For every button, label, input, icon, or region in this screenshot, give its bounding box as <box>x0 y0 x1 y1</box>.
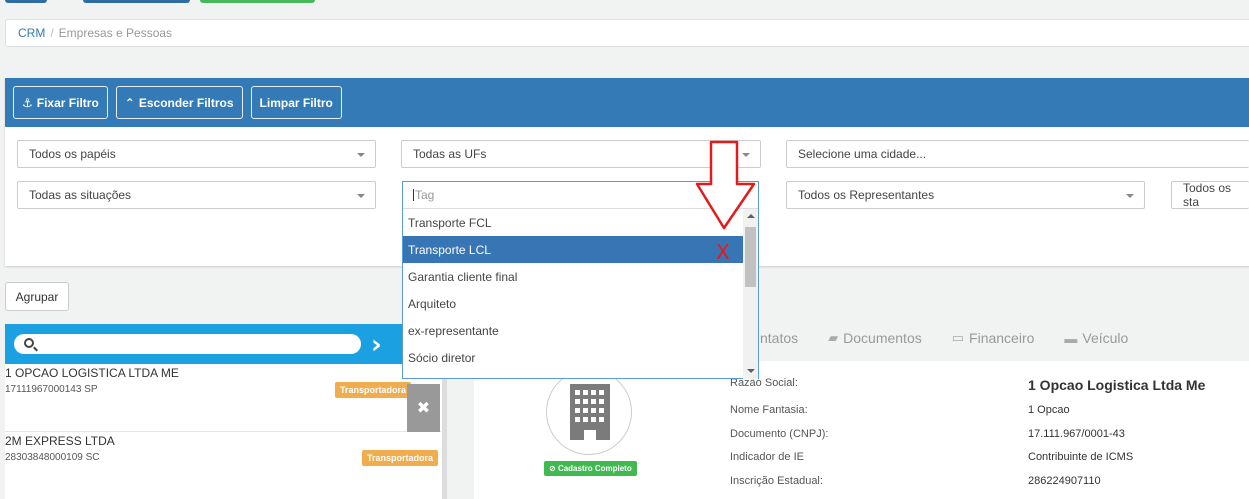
red-arrow-annotation <box>695 140 756 230</box>
money-icon: ▭ <box>951 330 965 345</box>
status-badge: ⊘ Cadastro Completo <box>544 461 637 476</box>
company-list-scrollbar[interactable] <box>442 364 447 499</box>
field-value-documento: 17.111.967/0001-43 <box>1028 428 1125 440</box>
esconder-filtros-button[interactable]: ⌃ Esconder Filtros <box>115 86 243 119</box>
chevron-down-icon <box>1126 194 1134 198</box>
top-button-3[interactable] <box>200 0 315 3</box>
company-avatar <box>546 369 632 455</box>
situacoes-select[interactable]: Todas as situações <box>17 181 376 209</box>
close-icon[interactable]: ✖ <box>407 384 440 432</box>
red-x-annotation: X <box>716 240 730 264</box>
limpar-filtro-label: Limpar Filtro <box>259 95 333 110</box>
status-select[interactable]: Todos os sta <box>1171 181 1249 209</box>
chevron-right-icon[interactable]: › <box>371 330 382 360</box>
field-label-documento: Documento (CNPJ): <box>730 428 829 440</box>
field-value-inscricao-estadual: 286224907110 <box>1028 475 1101 487</box>
tag-dropdown-scrollbar[interactable] <box>743 209 758 379</box>
cidade-select[interactable]: Selecione uma cidade... <box>786 140 1249 168</box>
folder-icon: ▰ <box>828 330 839 345</box>
tag-search-placeholder: Tag <box>415 188 435 202</box>
tab-documentos[interactable]: ▰ Documentos <box>828 330 922 346</box>
tab-veiculo[interactable]: ▬ Veículo <box>1064 330 1128 346</box>
papeis-select[interactable]: Todos os papéis <box>17 140 376 168</box>
breadcrumb-current: Empresas e Pessoas <box>58 26 173 40</box>
field-value-indicador-ie: Contribuinte de ICMS <box>1028 451 1134 463</box>
company-tag-badge: Transportadora <box>362 450 439 466</box>
scroll-thumb[interactable] <box>745 227 756 287</box>
tag-option[interactable]: Garantia cliente final <box>403 263 744 290</box>
fixar-filtro-label: Fixar Filtro <box>36 95 99 110</box>
company-tag-badge: Transportadora <box>335 382 412 398</box>
filter-toolbar: ⚓ Fixar Filtro ⌃ Esconder Filtros Limpar… <box>5 78 1249 127</box>
breadcrumb-crm-link[interactable]: CRM <box>18 26 45 40</box>
chevron-down-icon <box>357 153 365 157</box>
top-button-2[interactable] <box>83 0 190 3</box>
anchor-icon: ⚓ <box>22 95 33 110</box>
situacoes-select-value: Todas as situações <box>29 188 132 202</box>
detail-tabs: ntatos ▰ Documentos ▭ Financeiro ▬ Veícu… <box>760 330 1128 346</box>
search-icon <box>24 338 34 348</box>
tag-option[interactable]: ex-representante <box>403 317 744 344</box>
company-name: 2M EXPRESS LTDA <box>5 434 115 448</box>
representantes-select-value: Todos os Representantes <box>798 188 935 202</box>
status-select-value: Todos os sta <box>1183 181 1232 209</box>
limpar-filtro-button[interactable]: Limpar Filtro <box>250 86 342 119</box>
company-document: 17111967000143 SP <box>5 384 98 395</box>
field-value-razao-social: 1 Opcao Logistica Ltda Me <box>1028 377 1206 393</box>
company-search-bar: › <box>5 324 447 364</box>
tab-documentos-label: Documentos <box>843 330 922 346</box>
company-item[interactable]: 1 OPCAO LOGISTICA LTDA ME 17111967000143… <box>5 364 441 432</box>
chevron-down-icon <box>357 194 365 198</box>
esconder-filtros-label: Esconder Filtros <box>138 95 234 110</box>
representantes-select[interactable]: Todos os Representantes <box>786 181 1145 209</box>
company-search-input[interactable] <box>14 334 361 354</box>
tag-option-selected[interactable]: Transporte LCL <box>403 236 744 263</box>
text-cursor <box>413 189 414 201</box>
company-name: 1 OPCAO LOGISTICA LTDA ME <box>5 366 179 380</box>
scroll-down-icon[interactable] <box>747 369 755 373</box>
field-label-inscricao-estadual: Inscrição Estadual: <box>730 475 823 487</box>
company-list-panel: › 1 OPCAO LOGISTICA LTDA ME 171119670001… <box>5 324 447 499</box>
cidade-select-value: Selecione uma cidade... <box>798 147 927 161</box>
tag-option[interactable]: Sócio diretor <box>403 344 744 371</box>
company-document: 28303848000109 SC <box>5 452 100 463</box>
company-item[interactable]: 2M EXPRESS LTDA 28303848000109 SC Transp… <box>5 432 441 499</box>
tag-option[interactable]: Arquiteto <box>403 290 744 317</box>
tag-option[interactable]: Transporte FCL <box>403 209 744 236</box>
field-label-indicador-ie: Indicador de IE <box>730 451 804 463</box>
agrupar-button[interactable]: Agrupar <box>5 282 69 311</box>
ufs-select-value: Todas as UFs <box>413 147 487 161</box>
papeis-select-value: Todos os papéis <box>29 147 116 161</box>
truck-icon: ▬ <box>1064 330 1078 346</box>
breadcrumb: CRM / Empresas e Pessoas <box>5 19 1249 47</box>
fixar-filtro-button[interactable]: ⚓ Fixar Filtro <box>13 86 108 119</box>
top-button-1[interactable] <box>5 0 47 3</box>
tab-financeiro-label: Financeiro <box>969 330 1035 346</box>
chevron-up-icon: ⌃ <box>124 95 135 110</box>
tab-contatos[interactable]: ntatos <box>760 330 798 346</box>
field-label-nome-fantasia: Nome Fantasia: <box>730 404 808 416</box>
tab-financeiro[interactable]: ▭ Financeiro <box>952 330 1035 346</box>
breadcrumb-separator: / <box>50 26 54 40</box>
tab-contatos-label: ntatos <box>760 330 799 346</box>
company-detail-panel: ⊘ Cadastro Completo Razão Social: 1 Opca… <box>474 361 1249 499</box>
field-value-nome-fantasia: 1 Opcao <box>1028 404 1070 416</box>
tag-options-list: Transporte FCL Transporte LCL Garantia c… <box>403 209 744 371</box>
building-icon <box>570 384 610 440</box>
tab-veiculo-label: Veículo <box>1082 330 1129 346</box>
